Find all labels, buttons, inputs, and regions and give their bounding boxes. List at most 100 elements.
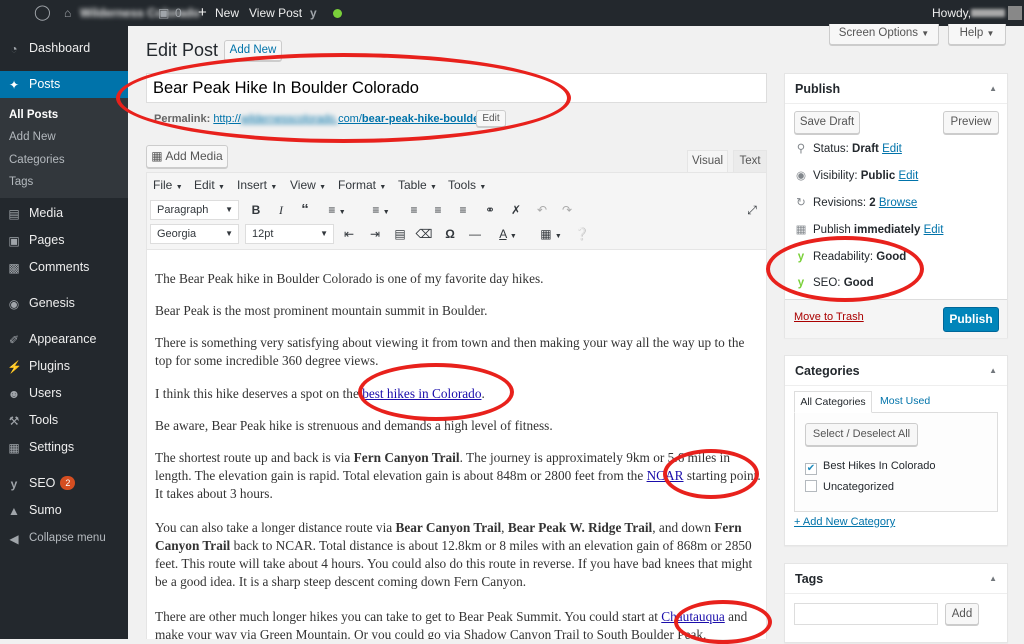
menu-tools[interactable]: ⚒ Tools [0,407,128,434]
caret-down-icon: ▼ [225,205,233,214]
bullet-list-icon[interactable]: ≡ ▼ [320,199,354,221]
menu-comments[interactable]: ▩ Comments [0,254,128,281]
menu-posts[interactable]: ✦ Posts [0,71,128,98]
format-select[interactable]: Paragraph ▼ [150,200,239,220]
media-icon: ▤ [8,207,20,221]
howdy-label[interactable]: Howdy, [932,0,971,26]
menu-sumo[interactable]: ▲ Sumo [0,497,128,524]
comments-count[interactable]: 0 [175,0,182,26]
menu-dashboard[interactable]: ◔ Dashboard [0,35,128,62]
paste-as-text-icon[interactable]: ▤ [391,223,409,245]
menu-insert[interactable]: Insert ▼ [237,176,277,194]
blockquote-icon[interactable]: “ [297,199,313,221]
add-media-button[interactable]: ▦ Add Media [146,145,228,168]
add-tag-button[interactable]: Add [945,603,979,625]
new-link[interactable]: New [215,0,239,26]
browse-revisions-link[interactable]: Browse [879,197,917,209]
menu-appearance[interactable]: ✐ Appearance [0,326,128,353]
menu-tools[interactable]: Tools ▼ [448,176,486,194]
align-center-icon[interactable]: ≡ [430,199,446,221]
move-to-trash-link[interactable]: Move to Trash [794,311,864,323]
menu-genesis[interactable]: ◉ Genesis [0,290,128,317]
numbered-list-icon[interactable]: ≡ ▼ [364,199,398,221]
collapse-arrow-icon[interactable]: ▲ [989,356,997,386]
submenu-tags[interactable]: Tags [0,171,128,193]
unlink-icon[interactable]: ✗ [507,199,525,221]
horizontal-line-icon[interactable]: ― [466,223,484,245]
caret-down-icon: ▼ [218,184,225,191]
italic-icon[interactable]: I [273,199,289,221]
paragraph-text: back to NCAR. Total distance is about 12… [155,538,753,589]
tab-visual[interactable]: Visual [687,150,728,172]
comment-icon[interactable]: ▣ [158,0,169,26]
annotation-circle-best-hikes-link [358,363,514,421]
checkbox-checked-icon[interactable]: ✔ [805,463,817,475]
help-icon[interactable]: ❔ [574,223,590,245]
yoast-icon[interactable]: y [310,0,317,26]
categories-box-title: Categories [785,356,1007,386]
align-right-icon[interactable]: ≡ [455,199,471,221]
special-character-icon[interactable]: Ω [441,223,459,245]
bold-text: Fern Canyon Trail [353,450,460,465]
help-button[interactable]: Help ▼ [948,24,1006,45]
avatar[interactable] [1008,6,1022,20]
save-draft-button[interactable]: Save Draft [794,111,860,134]
plus-icon[interactable]: + [198,0,207,26]
collapse-arrow-icon[interactable]: ▲ [989,74,997,104]
menu-label: Users [29,386,62,400]
outdent-icon[interactable]: ⇤ [340,223,358,245]
menu-edit[interactable]: Edit ▼ [194,176,225,194]
collapse-arrow-icon[interactable]: ▲ [989,564,997,594]
menu-users[interactable]: ☻ Users [0,380,128,407]
text-color-icon[interactable]: A ▼ [491,223,525,245]
fullscreen-icon[interactable]: ⤢ [743,199,761,221]
submenu-all-posts[interactable]: All Posts [0,104,128,126]
schedule-edit-link[interactable]: Edit [924,224,944,236]
indent-icon[interactable]: ⇥ [366,223,384,245]
category-item[interactable]: Uncategorized [805,480,894,493]
menu-format[interactable]: Format ▼ [338,176,386,194]
visibility-edit-link[interactable]: Edit [898,170,918,182]
redo-icon[interactable]: ↷ [558,199,576,221]
paragraph-text: There are other much longer hikes you ca… [155,609,662,624]
link-icon[interactable]: ⚭ [481,199,499,221]
caret-down-icon: ▼ [319,184,327,191]
category-item[interactable]: ✔ Best Hikes In Colorado [805,460,936,475]
submenu-categories[interactable]: Categories [0,149,128,171]
menu-settings[interactable]: ▦ Settings [0,434,128,461]
home-icon[interactable]: ⌂ [64,0,71,26]
tab-text[interactable]: Text [733,150,767,172]
tab-all-categories[interactable]: All Categories [794,391,872,413]
bold-icon[interactable]: B [248,199,264,221]
view-post-link[interactable]: View Post [249,0,302,26]
font-size-select[interactable]: 12pt ▼ [245,224,334,244]
menu-file[interactable]: File ▼ [153,176,183,194]
submenu-add-new[interactable]: Add New [0,126,128,148]
menu-plugins[interactable]: ⚡ Plugins [0,353,128,380]
plug-icon: ⚡ [7,360,22,374]
editor-content[interactable]: The Bear Peak hike in Boulder Colorado i… [146,250,767,639]
status-edit-link[interactable]: Edit [882,143,902,155]
font-family-select[interactable]: Georgia ▼ [150,224,239,244]
screen-options-button[interactable]: Screen Options ▼ [829,24,939,45]
menu-label: Format [338,178,377,192]
collapse-menu-button[interactable]: ◀ Collapse menu [0,525,128,552]
menu-table[interactable]: Table ▼ [398,176,437,194]
preview-button[interactable]: Preview [943,111,999,134]
menu-media[interactable]: ▤ Media [0,200,128,227]
menu-pages[interactable]: ▣ Pages [0,227,128,254]
publish-button[interactable]: Publish [943,307,999,332]
align-left-icon[interactable]: ≡ [406,199,422,221]
checkbox-unchecked-icon[interactable] [805,480,817,492]
clear-formatting-icon[interactable]: ⌫ [415,223,433,245]
caret-down-icon: ▼ [382,209,390,216]
undo-icon[interactable]: ↶ [533,199,551,221]
tags-input[interactable] [794,603,938,625]
menu-view[interactable]: View ▼ [290,176,326,194]
table-icon[interactable]: ▦ ▼ [534,223,568,245]
menu-seo[interactable]: y SEO 2 [0,470,128,497]
wordpress-logo-icon[interactable]: ◯ [34,0,51,26]
add-new-category-link[interactable]: + Add New Category [794,516,895,528]
tab-most-used[interactable]: Most Used [880,391,940,413]
select-deselect-all-button[interactable]: Select / Deselect All [805,423,918,446]
